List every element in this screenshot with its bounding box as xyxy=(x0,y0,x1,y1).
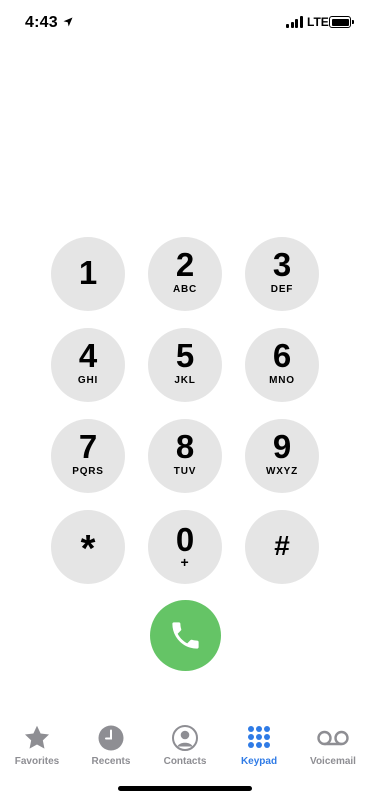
key-letters: MNO xyxy=(269,375,295,386)
key-star[interactable]: * xyxy=(51,510,125,584)
key-9[interactable]: 9 WXYZ xyxy=(245,419,319,493)
key-letters: GHI xyxy=(77,375,99,386)
key-letters: JKL xyxy=(174,375,196,386)
key-digit: 7 xyxy=(78,428,98,465)
phone-icon xyxy=(172,622,199,649)
key-digit: 1 xyxy=(78,254,98,291)
tab-label: Voicemail xyxy=(310,756,356,767)
key-1[interactable]: 1 xyxy=(51,237,125,311)
key-hash[interactable]: # xyxy=(245,510,319,584)
key-6[interactable]: 6 MNO xyxy=(245,328,319,402)
clock-icon xyxy=(98,725,124,751)
tab-voicemail[interactable]: Voicemail xyxy=(296,718,370,774)
call-button[interactable] xyxy=(150,600,221,671)
key-digit: 3 xyxy=(272,246,292,283)
key-digit: # xyxy=(274,530,290,561)
key-letters: PQRS xyxy=(72,466,104,477)
key-digit: 0 xyxy=(175,521,195,558)
key-digit: 6 xyxy=(272,337,292,374)
cellular-signal-icon xyxy=(286,16,304,28)
key-digit: * xyxy=(80,528,96,570)
key-letters: DEF xyxy=(270,284,294,295)
voicemail-icon xyxy=(317,730,349,746)
key-digit: 8 xyxy=(175,428,195,465)
key-letters: WXYZ xyxy=(265,466,299,477)
network-type: LTE xyxy=(307,15,329,29)
key-2[interactable]: 2 ABC xyxy=(148,237,222,311)
tab-label: Keypad xyxy=(240,756,278,767)
tab-contacts[interactable]: Contacts xyxy=(148,718,222,774)
location-arrow-icon xyxy=(63,17,73,27)
key-4[interactable]: 4 GHI xyxy=(51,328,125,402)
status-bar: 4:43 LTE xyxy=(0,0,370,46)
key-letters: ABC xyxy=(172,284,198,295)
home-indicator xyxy=(118,786,252,791)
key-digit: 2 xyxy=(175,246,195,283)
key-7[interactable]: 7 PQRS xyxy=(51,419,125,493)
key-0[interactable]: 0 + xyxy=(148,510,222,584)
key-digit: 5 xyxy=(175,337,195,374)
key-8[interactable]: 8 TUV xyxy=(148,419,222,493)
tab-label: Favorites xyxy=(14,756,60,767)
tab-label: Recents xyxy=(91,756,131,767)
tab-keypad[interactable]: Keypad xyxy=(222,718,296,774)
key-digit: 9 xyxy=(272,428,292,465)
status-time: 4:43 xyxy=(25,14,58,31)
tab-label: Contacts xyxy=(163,756,207,767)
tab-bar: Favorites Recents Contacts Keypad Voicem… xyxy=(0,718,370,778)
key-3[interactable]: 3 DEF xyxy=(245,237,319,311)
key-letters: + xyxy=(180,554,190,570)
tab-recents[interactable]: Recents xyxy=(74,718,148,774)
contact-icon xyxy=(172,725,198,751)
keypad-grid-icon xyxy=(248,726,270,748)
key-digit: 4 xyxy=(78,337,98,374)
star-icon xyxy=(24,725,50,749)
key-5[interactable]: 5 JKL xyxy=(148,328,222,402)
key-letters: TUV xyxy=(173,466,197,477)
tab-favorites[interactable]: Favorites xyxy=(0,718,74,774)
battery-icon xyxy=(329,16,354,28)
